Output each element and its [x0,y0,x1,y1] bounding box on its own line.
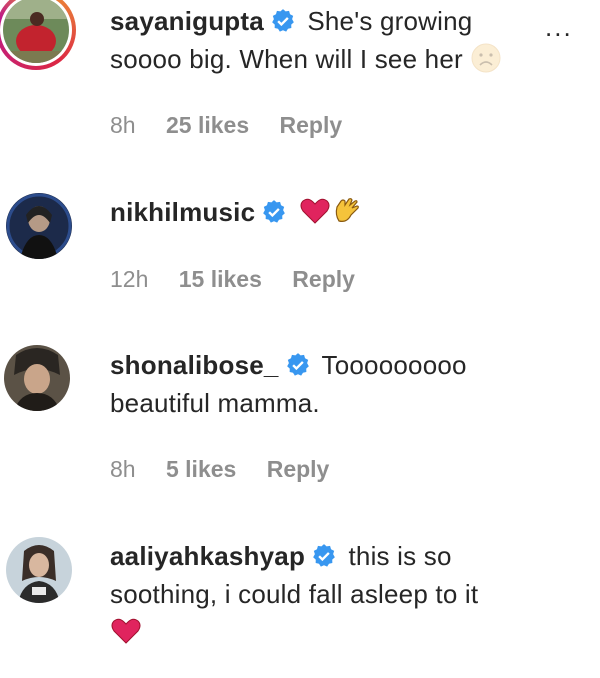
reply-button[interactable]: Reply [267,456,330,482]
comment-time: 8h [110,112,136,138]
clapping-hands-emoji-icon [335,198,359,222]
comment-body: sayanigupta She's growing soooo big. Whe… [110,2,550,78]
avatar[interactable] [3,0,69,63]
verified-badge-icon [263,200,286,223]
red-heart-emoji-icon [111,618,141,644]
avatar[interactable] [4,345,70,411]
red-heart-emoji-icon [300,198,330,224]
verified-badge-icon [286,353,309,376]
comment-username[interactable]: sayanigupta [110,6,264,36]
comment-body: aaliyahkashyap this is so soothing, i co… [110,537,550,651]
comment-likes[interactable]: 25 likes [166,112,249,138]
comment-username[interactable]: nikhilmusic [110,197,255,227]
comment-time: 12h [110,266,149,292]
comment-body: nikhilmusic [110,193,550,231]
reply-button[interactable]: Reply [292,266,355,292]
comment-body: shonalibose_ Tooooooooo beautiful mamma. [110,346,550,422]
verified-badge-icon [272,9,294,32]
comment-username[interactable]: shonalibose_ [110,350,279,380]
frowning-face-emoji-icon [471,43,501,73]
comment-username[interactable]: aaliyahkashyap [110,541,305,571]
comment-meta: 12h 15 likes Reply [110,266,379,293]
comment-meta: 8h 25 likes Reply [110,112,366,139]
avatar[interactable] [6,537,72,603]
avatar[interactable] [6,193,72,259]
comment-likes[interactable]: 15 likes [179,266,262,292]
reply-button[interactable]: Reply [280,112,343,138]
comment-time: 8h [110,456,136,482]
verified-badge-icon [313,544,335,567]
comment-likes[interactable]: 5 likes [166,456,236,482]
comment-meta: 8h 5 likes Reply [110,456,353,483]
